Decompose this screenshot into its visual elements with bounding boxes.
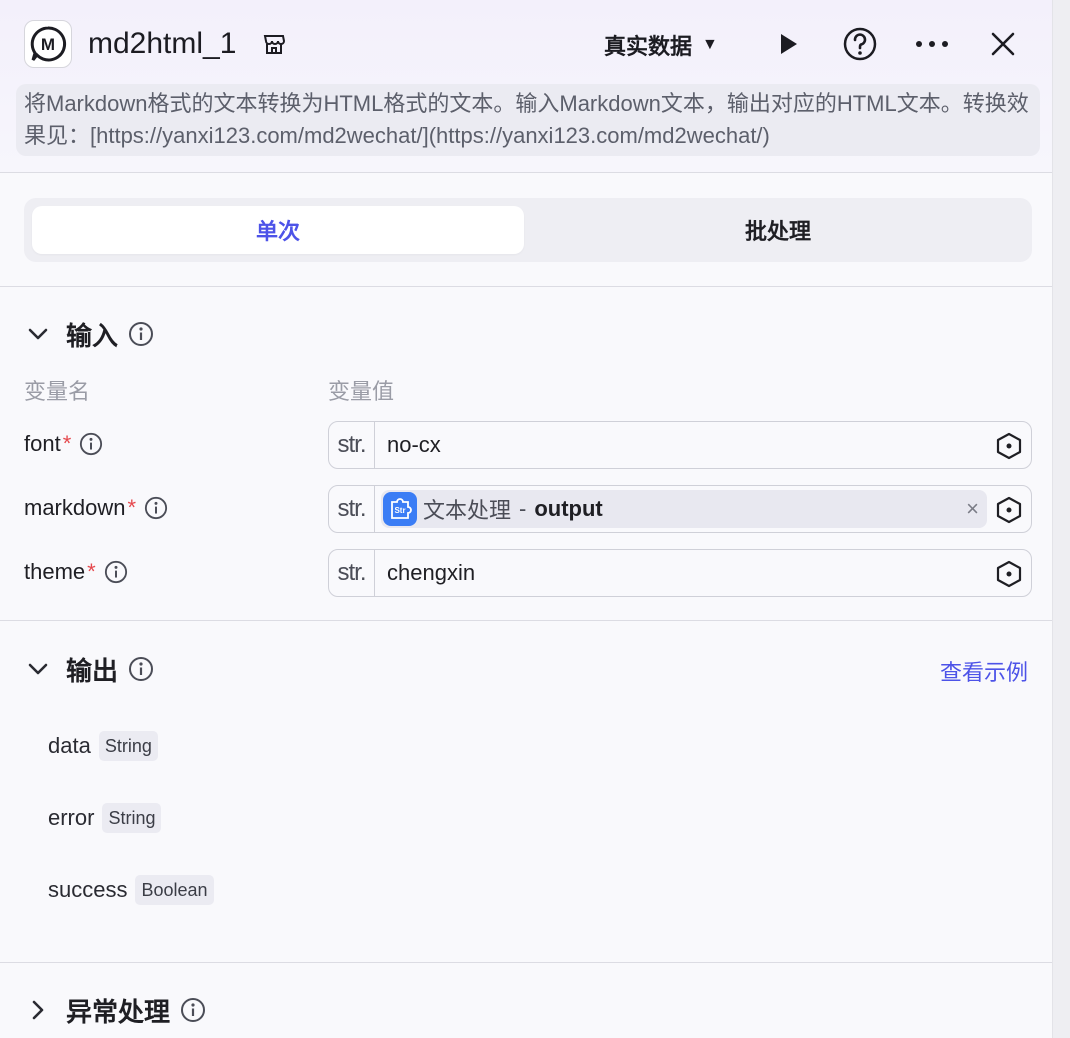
section-divider <box>0 620 1052 621</box>
help-button[interactable] <box>842 26 878 62</box>
play-icon <box>781 34 797 54</box>
variable-picker-button[interactable] <box>995 432 1023 460</box>
var-name: font * <box>24 431 103 457</box>
info-icon[interactable] <box>144 496 168 520</box>
info-icon[interactable] <box>180 997 206 1023</box>
info-icon[interactable] <box>128 321 154 347</box>
chevron-down-icon <box>24 320 52 348</box>
output-field-data: data String <box>48 730 158 762</box>
svg-text:Str: Str <box>394 506 405 515</box>
output-field-name: error <box>48 805 95 830</box>
input-section-title: 输入 <box>66 320 119 351</box>
caret-down-icon: ▼ <box>702 36 718 53</box>
var-type-label[interactable]: str. <box>329 486 375 532</box>
required-mark: * <box>62 431 72 456</box>
output-field-name: success <box>48 877 128 902</box>
run-button[interactable] <box>770 26 806 62</box>
section-divider <box>0 286 1052 287</box>
variable-hexagon-icon <box>996 496 1022 524</box>
more-button[interactable] <box>914 26 950 62</box>
output-section-title: 输出 <box>66 655 119 686</box>
output-field-type: String <box>102 803 162 833</box>
tab-batch[interactable]: 批处理 <box>532 206 1024 254</box>
view-example-link[interactable]: 查看示例 <box>940 655 1028 687</box>
chevron-down-icon <box>24 655 52 683</box>
reference-source: 文本处理 <box>423 498 512 523</box>
node-config-panel: M md2html_1 真实数据 ▼ 将Markdown格式的文本转换为HTML… <box>0 0 1052 1038</box>
required-mark: * <box>87 559 96 584</box>
node-title[interactable]: md2html_1 <box>88 24 236 64</box>
tab-single[interactable]: 单次 <box>32 206 524 254</box>
output-section-header[interactable]: 输出 <box>24 651 154 687</box>
info-icon[interactable] <box>104 560 128 584</box>
info-icon[interactable] <box>79 432 103 456</box>
var-value-text: no-cx <box>387 432 441 457</box>
svg-text:M: M <box>41 35 55 54</box>
variable-hexagon-icon <box>996 432 1022 460</box>
input-row-font: font * str. no-cx <box>24 421 1032 469</box>
required-mark: * <box>127 495 137 520</box>
text-processing-icon: Str <box>383 492 417 526</box>
var-value-input[interactable]: str. no-cx <box>328 421 1032 469</box>
var-value-text: chengxin <box>387 560 476 585</box>
exception-section-header[interactable]: 异常处理 <box>24 992 206 1028</box>
section-divider <box>0 962 1052 963</box>
column-label-value: 变量值 <box>328 379 395 404</box>
data-mode-label: 真实数据 <box>604 34 693 59</box>
var-name: markdown * <box>24 495 168 521</box>
variable-reference-chip[interactable]: Str 文本处理 - output × <box>381 490 987 528</box>
var-type-label[interactable]: str. <box>329 550 375 596</box>
data-mode-dropdown[interactable]: 真实数据 ▼ <box>604 28 718 62</box>
variable-picker-button[interactable] <box>995 560 1023 588</box>
input-row-markdown: markdown * str. Str 文本处理 - output × <box>24 485 1032 533</box>
reference-variable: output <box>534 496 603 521</box>
more-icon <box>916 41 948 47</box>
plugin-logo: M <box>24 20 72 68</box>
node-description: 将Markdown格式的文本转换为HTML格式的文本。输入Markdown文本，… <box>16 84 1040 156</box>
close-icon <box>991 32 1015 56</box>
output-field-type: String <box>98 731 158 761</box>
right-edge-bar <box>1052 0 1070 1038</box>
var-name-label: markdown <box>24 495 126 520</box>
output-field-error: error String <box>48 802 162 834</box>
var-name-label: theme <box>24 559 86 584</box>
var-value-input[interactable]: str. Str 文本处理 - output × <box>328 485 1032 533</box>
run-mode-tabs: 单次 批处理 <box>24 198 1032 262</box>
output-field-name: data <box>48 733 91 758</box>
input-section-header[interactable]: 输入 <box>24 316 154 352</box>
column-label-name: 变量名 <box>24 379 91 404</box>
output-field-type: Boolean <box>135 875 214 905</box>
question-icon <box>843 27 877 61</box>
var-name: theme * <box>24 559 128 585</box>
variable-picker-button[interactable] <box>995 496 1023 524</box>
store-icon[interactable] <box>262 33 286 55</box>
exception-section-title: 异常处理 <box>66 996 171 1027</box>
input-row-theme: theme * str. chengxin <box>24 549 1032 597</box>
reference-separator: - <box>519 496 527 521</box>
var-type-label[interactable]: str. <box>329 422 375 468</box>
output-field-success: success Boolean <box>48 874 214 906</box>
panel-header: M md2html_1 真实数据 ▼ 将Markdown格式的文本转换为HTML… <box>0 0 1052 173</box>
var-name-label: font <box>24 431 61 456</box>
chevron-right-icon <box>24 996 52 1024</box>
var-value-input[interactable]: str. chengxin <box>328 549 1032 597</box>
close-icon[interactable]: × <box>966 496 979 522</box>
close-button[interactable] <box>985 26 1021 62</box>
info-icon[interactable] <box>128 656 154 682</box>
variable-hexagon-icon <box>996 560 1022 588</box>
